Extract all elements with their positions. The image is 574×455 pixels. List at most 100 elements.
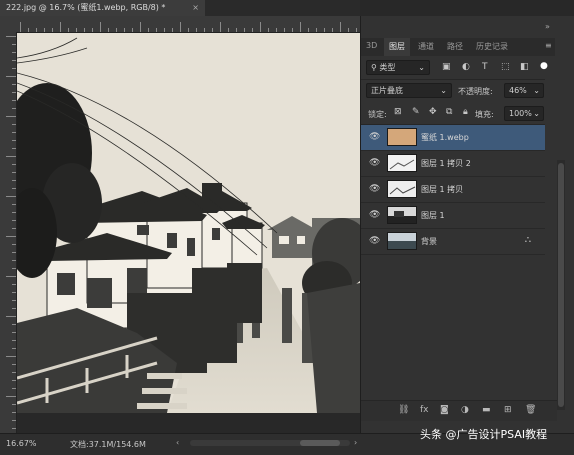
ruler-tick (180, 22, 181, 32)
document-tab-title: 222.jpg @ 16.7% (蜜纸1.webp, RGB/8) * (6, 3, 166, 12)
ruler-tick (356, 28, 357, 32)
layer-name: 图层 1 (421, 211, 445, 220)
ruler-tick (156, 28, 157, 32)
eye-icon[interactable]: 👁︎ (369, 158, 380, 168)
ruler-tick (332, 28, 333, 32)
fill-value: 100% (509, 109, 532, 118)
tab-paths[interactable]: 路径 (447, 41, 463, 52)
eye-icon[interactable]: 👁︎ (369, 132, 380, 142)
link-icon[interactable]: ⛓ (398, 405, 409, 415)
ruler-tick (12, 244, 16, 245)
ruler-tick (100, 22, 101, 32)
lock-all-icon[interactable]: 🔒︎ (463, 107, 468, 117)
ruler-tick (12, 420, 16, 421)
ruler-tick (6, 236, 16, 237)
ruler-tick (12, 372, 16, 373)
layer-row-paper[interactable]: 👁︎ 蜜纸 1.webp (361, 125, 545, 151)
folder-icon[interactable]: ▬ (482, 405, 491, 415)
ruler-tick (6, 276, 16, 277)
ruler-tick (148, 28, 149, 32)
canal-town-image (17, 33, 360, 413)
opacity-input[interactable]: 46% ⌄ (504, 83, 544, 98)
menu-icon[interactable]: ≡ (545, 41, 552, 50)
chevron-left-icon[interactable]: ‹ (176, 438, 179, 447)
mask-icon[interactable]: ◙ (440, 405, 449, 415)
ruler-tick (44, 28, 45, 32)
blend-mode-value: 正片叠底 (371, 86, 403, 95)
tab-layers[interactable]: 图层 (389, 41, 405, 52)
ruler-tick (12, 228, 16, 229)
lock-artboard-icon[interactable]: ⧉ (446, 107, 452, 117)
ruler-vertical[interactable] (0, 32, 17, 433)
image-filter-icon[interactable]: ▣ (442, 62, 451, 72)
chevron-right-icon[interactable]: › (354, 438, 357, 447)
layers-scrollbar-thumb[interactable] (558, 163, 564, 407)
lock-transparent-icon[interactable]: ⊠ (394, 107, 402, 117)
lock-icon[interactable]: ⛬ (525, 235, 531, 245)
ruler-tick (12, 180, 16, 181)
ruler-tick (12, 220, 16, 221)
ruler-tick (12, 204, 16, 205)
layer-filter-kind[interactable]: ⚲ 类型 ⌄ (366, 60, 430, 75)
ruler-tick (12, 324, 16, 325)
layer-row-background[interactable]: 👁︎ 背景 ⛬ (361, 229, 545, 255)
layer-row-copy[interactable]: 👁︎ 图层 1 拷贝 (361, 177, 545, 203)
ruler-horizontal[interactable] (16, 16, 360, 33)
document-canvas[interactable] (17, 33, 360, 413)
ruler-tick (12, 92, 16, 93)
eye-icon[interactable]: 👁︎ (369, 184, 380, 194)
document-size[interactable]: 文档:37.1M/154.6M (70, 439, 146, 450)
zoom-level[interactable]: 16.67% (6, 439, 37, 448)
ruler-tick (12, 108, 16, 109)
ruler-tick (12, 428, 16, 429)
ruler-tick (6, 156, 16, 157)
ruler-tick (324, 28, 325, 32)
blend-mode-select[interactable]: 正片叠底 ⌄ (366, 83, 452, 98)
new-layer-icon[interactable]: ⊞ (504, 405, 512, 415)
ruler-tick (12, 212, 16, 213)
horizontal-scrollbar-thumb[interactable] (300, 440, 340, 446)
fill-input[interactable]: 100% ⌄ (504, 106, 544, 121)
layer-row-copy-2[interactable]: 👁︎ 图层 1 拷贝 2 (361, 151, 545, 177)
adjustment-filter-icon[interactable]: ◐ (462, 62, 470, 72)
chevron-down-icon: ⌄ (440, 86, 447, 95)
ruler-tick (236, 28, 237, 32)
ruler-tick (52, 28, 53, 32)
fx-icon[interactable]: fx (420, 405, 429, 415)
layer-thumbnail (387, 232, 417, 250)
ruler-tick (316, 28, 317, 32)
double-chevron-icon[interactable]: » (545, 22, 550, 31)
ruler-tick (6, 356, 16, 357)
layer-thumbnail (387, 154, 417, 172)
trash-icon[interactable]: 🗑︎ (525, 405, 536, 415)
ruler-tick (92, 28, 93, 32)
ruler-tick (220, 22, 221, 32)
lock-position-icon[interactable]: ✥ (429, 107, 437, 117)
smart-object-filter-icon[interactable]: ◧ (520, 62, 529, 72)
layer-thumbnail (387, 128, 417, 146)
filter-toggle-icon[interactable]: ● (540, 61, 548, 71)
layer-thumbnail (387, 206, 417, 224)
eye-icon[interactable]: 👁︎ (369, 210, 380, 220)
ruler-tick (6, 196, 16, 197)
tab-3d[interactable]: 3D (366, 41, 377, 50)
lock-pixels-icon[interactable]: ✎ (412, 107, 420, 117)
eye-icon[interactable]: 👁︎ (369, 236, 380, 246)
ruler-tick (12, 348, 16, 349)
document-tab[interactable]: 222.jpg @ 16.7% (蜜纸1.webp, RGB/8) * × (0, 0, 205, 16)
layer-name: 蜜纸 1.webp (421, 133, 469, 142)
type-filter-icon[interactable]: T (482, 62, 488, 72)
ruler-tick (12, 100, 16, 101)
close-icon[interactable]: × (192, 0, 199, 16)
adjustment-icon[interactable]: ◑ (461, 405, 469, 415)
ruler-tick (292, 28, 293, 32)
fill-label: 填充: (475, 110, 494, 119)
ruler-tick (6, 116, 16, 117)
ruler-tick (6, 396, 16, 397)
tab-bar (205, 0, 360, 16)
shape-filter-icon[interactable]: ⬚ (501, 62, 510, 72)
tab-history[interactable]: 历史记录 (476, 41, 508, 52)
tab-channels[interactable]: 通道 (418, 41, 434, 52)
ruler-tick (132, 28, 133, 32)
layer-row-1[interactable]: 👁︎ 图层 1 (361, 203, 545, 229)
